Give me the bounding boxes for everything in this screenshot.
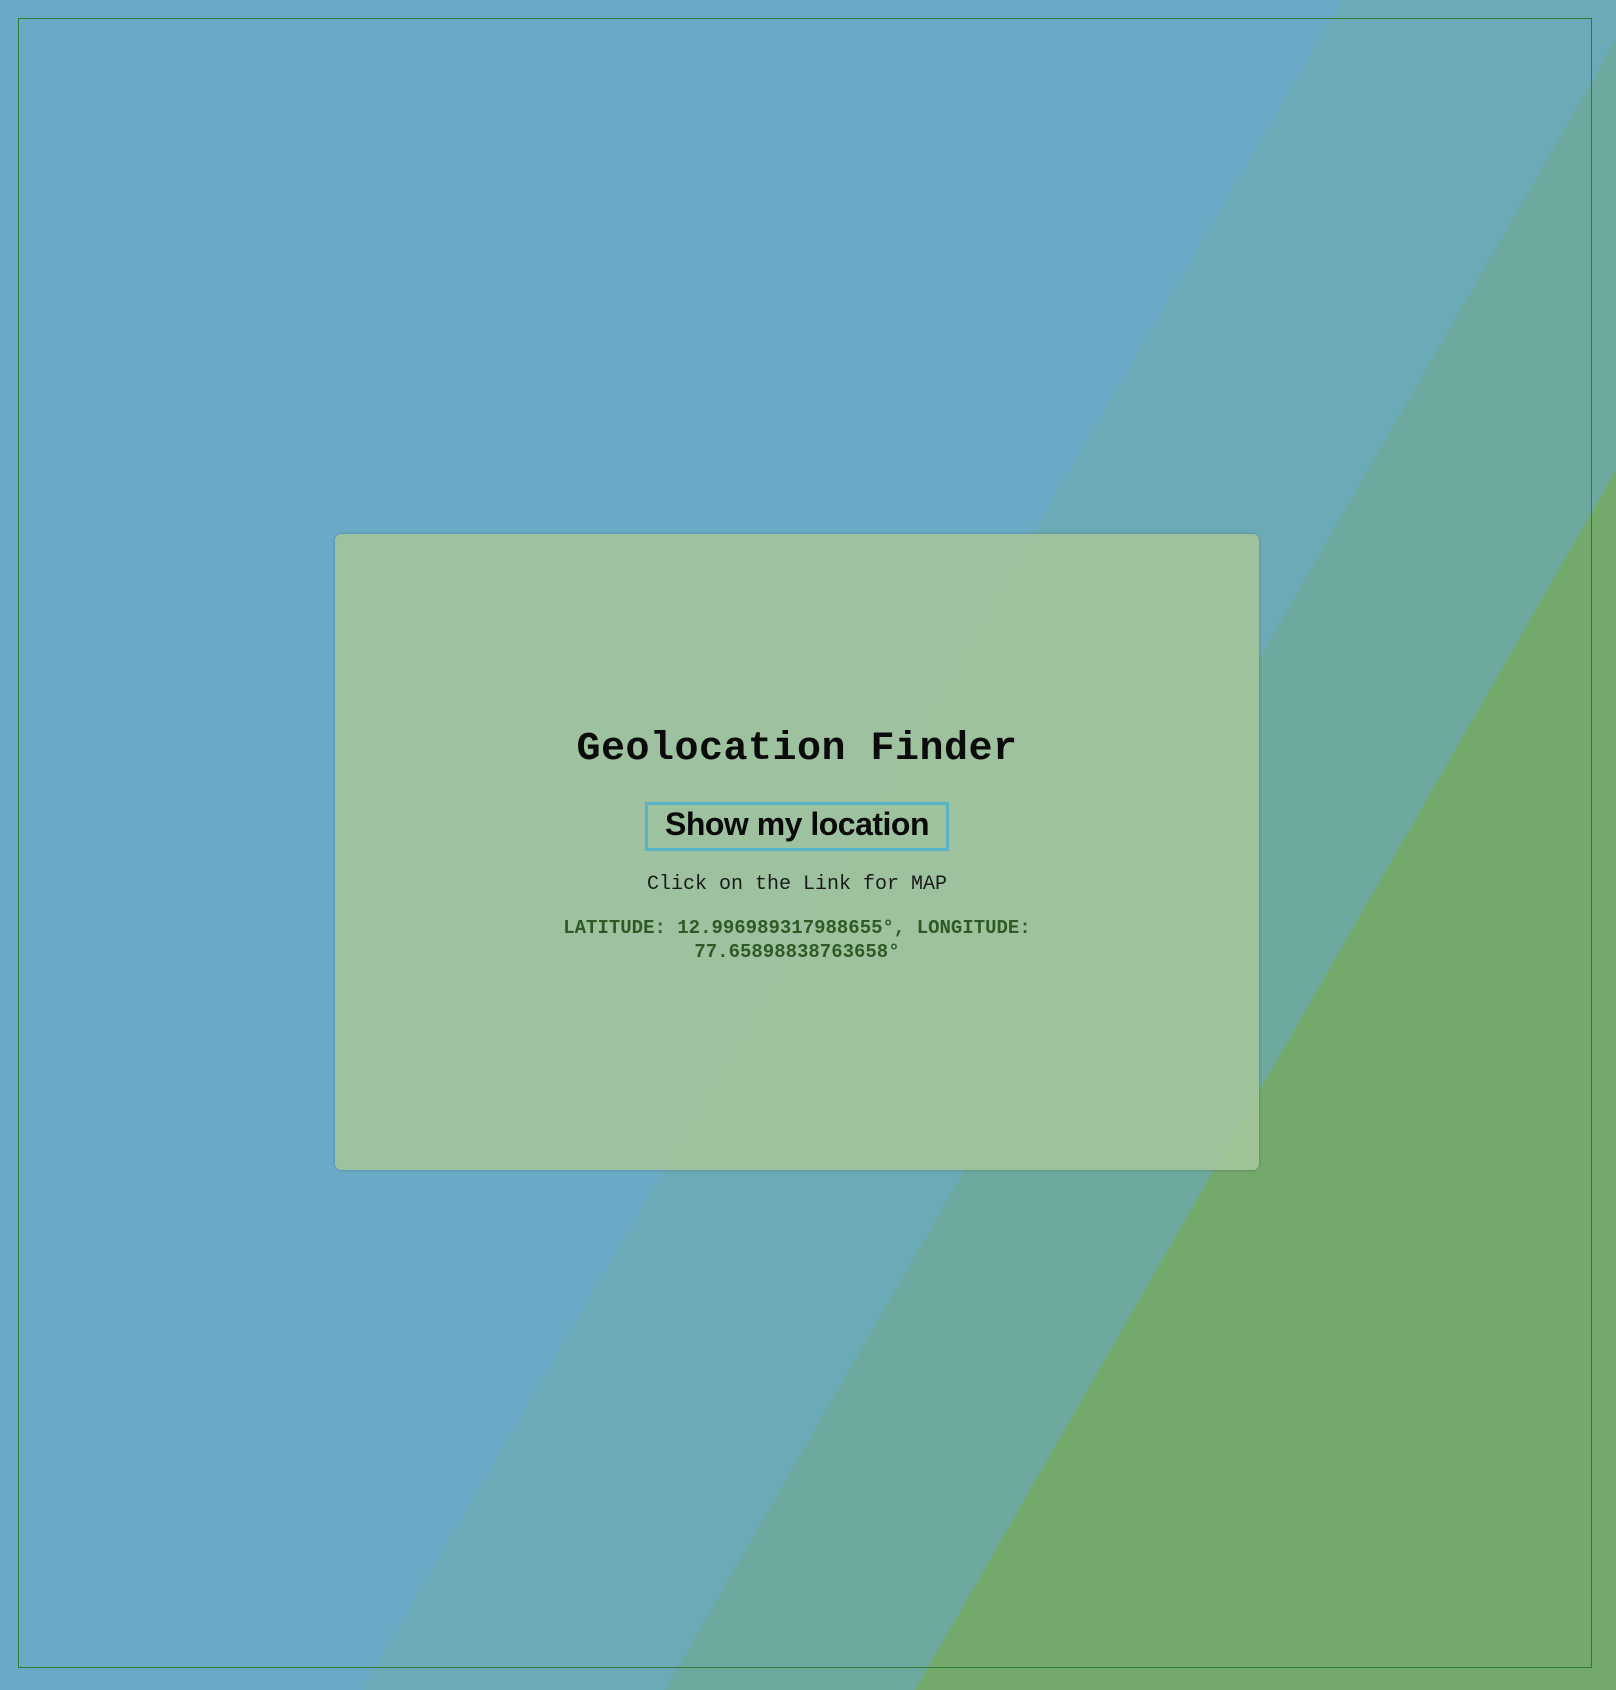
geolocation-card: Geolocation Finder Show my location Clic… <box>335 534 1259 1170</box>
card-content: Geolocation Finder Show my location Clic… <box>335 534 1259 1170</box>
coordinates-readout: LATITUDE: 12.996989317988655°, LONGITUDE… <box>563 916 1031 963</box>
map-link-hint: Click on the Link for MAP <box>646 872 948 896</box>
show-my-location-button[interactable]: Show my location <box>644 802 950 851</box>
page-title: Geolocation Finder <box>576 727 1018 773</box>
